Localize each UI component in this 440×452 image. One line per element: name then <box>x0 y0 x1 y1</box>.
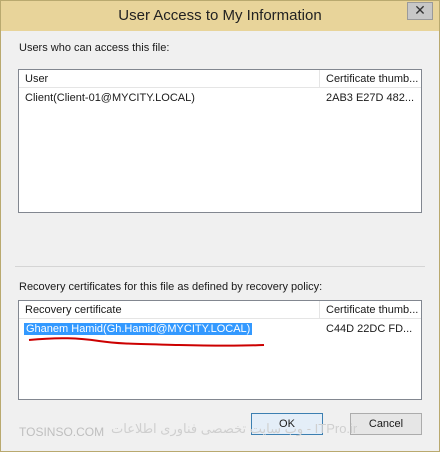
red-underline-annotation <box>28 337 265 347</box>
users-section-label: Users who can access this file: <box>19 42 170 54</box>
window-title: User Access to My Information <box>118 7 322 24</box>
close-button[interactable]: ✕ <box>407 2 433 20</box>
title-bar[interactable]: User Access to My Information ✕ <box>1 1 439 31</box>
column-header-recovery-thumbprint[interactable]: Certificate thumb... <box>319 301 421 319</box>
dialog-window: User Access to My Information ✕ Users wh… <box>0 0 440 452</box>
users-list[interactable]: User Certificate thumb... Client(Client-… <box>18 69 422 213</box>
section-divider <box>15 266 425 267</box>
column-header-user[interactable]: User <box>19 70 319 88</box>
close-icon: ✕ <box>414 2 426 18</box>
watermark-left: TOSINSO.COM <box>19 425 105 439</box>
recovery-section-label: Recovery certificates for this file as d… <box>19 281 323 293</box>
watermark-right: وب سایت تخصصی فناوری اطلاعات - ITPro.ir <box>111 421 358 436</box>
recovery-row-name-text: Ghanem Hamid(Gh.Hamid@MYCITY.LOCAL) <box>24 323 253 335</box>
user-row-name[interactable]: Client(Client-01@MYCITY.LOCAL) <box>25 90 315 106</box>
column-header-thumbprint[interactable]: Certificate thumb... <box>319 70 421 88</box>
recovery-row-thumbprint[interactable]: C44D 22DC FD... <box>326 321 420 337</box>
recovery-list[interactable]: Recovery certificate Certificate thumb..… <box>18 300 422 400</box>
column-header-recovery-certificate[interactable]: Recovery certificate <box>19 301 319 319</box>
user-row-thumbprint[interactable]: 2AB3 E27D 482... <box>326 90 420 106</box>
cancel-button[interactable]: Cancel <box>350 413 422 435</box>
